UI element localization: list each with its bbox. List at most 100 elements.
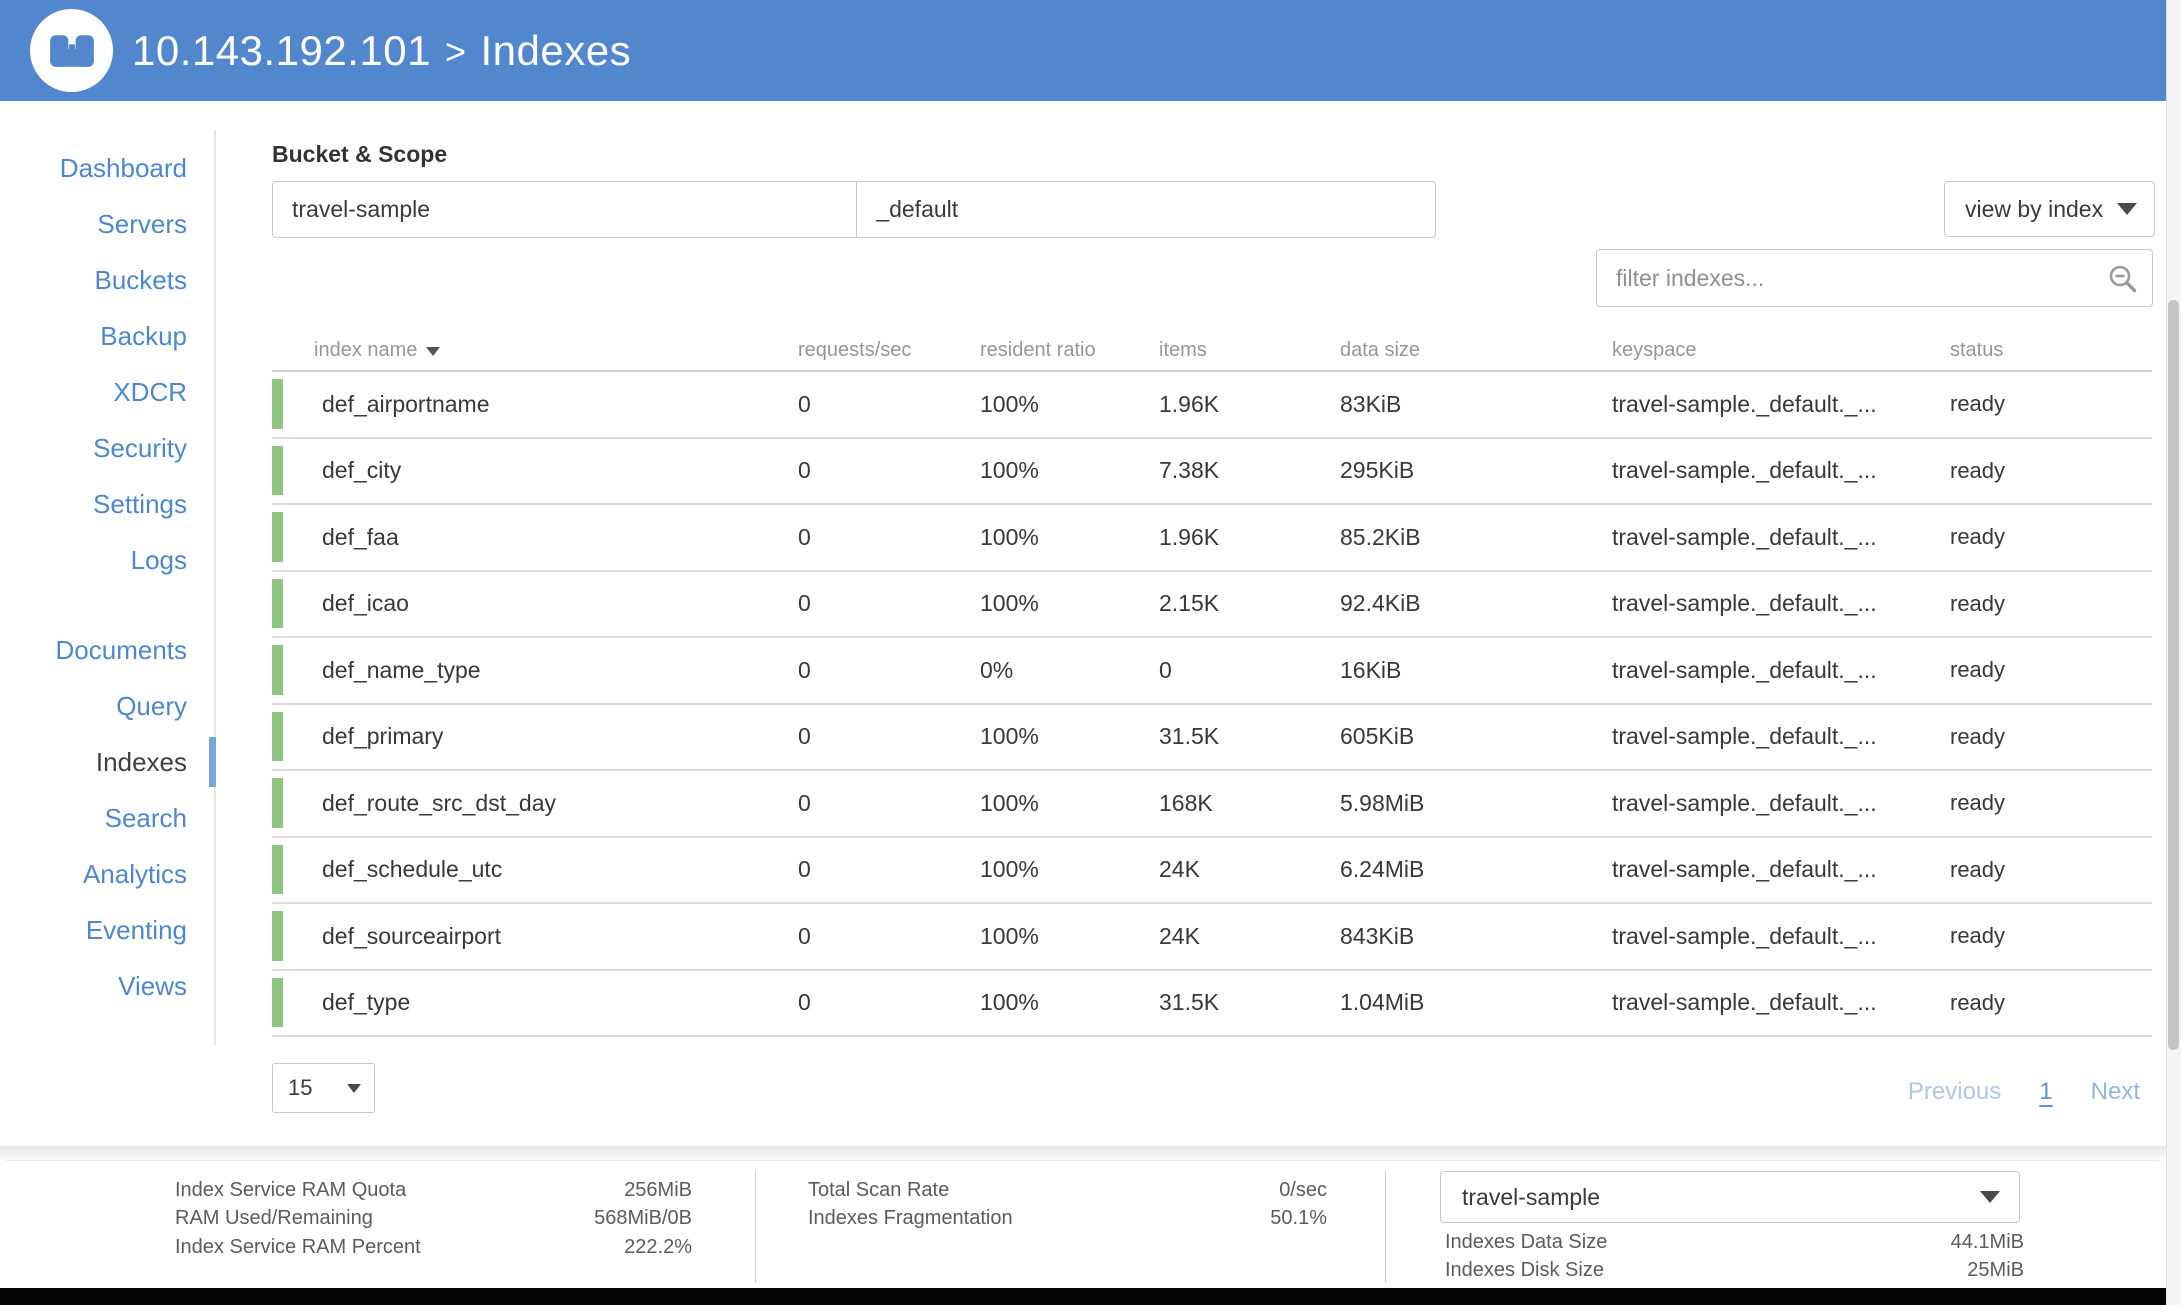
table-header-row: index name requests/sec resident ratio i… (272, 330, 2152, 372)
footer-bucket-select[interactable]: travel-sample (1440, 1171, 2020, 1223)
cell-items: 24K (1159, 922, 1200, 949)
index-name-text: def_primary (322, 723, 444, 750)
sidebar-nav: Dashboard Servers Buckets Backup XDCR Se… (0, 140, 216, 1014)
stat-value: 0/sec (1279, 1178, 1327, 1201)
cell-items: 168K (1159, 789, 1213, 816)
column-header-status: status (1950, 339, 2181, 362)
cell-keyspace: travel-sample._default._... (1612, 590, 1877, 617)
sidebar-item[interactable]: Analytics (0, 846, 216, 902)
view-by-select[interactable]: view by index (1944, 181, 2155, 237)
stat-row: Total Scan Rate 0/sec (808, 1176, 1327, 1205)
column-header-index-name[interactable]: index name (272, 339, 798, 362)
table-row[interactable]: def_faa 0 100% 1.96K 85.2KiB travel-samp… (272, 505, 2152, 572)
bucket-select[interactable]: travel-sample (273, 182, 856, 237)
cell-keyspace: travel-sample._default._... (1612, 789, 1877, 816)
sidebar-item[interactable]: Backup (0, 308, 216, 364)
sidebar-item[interactable]: Query (0, 678, 216, 734)
cell-resident-ratio: 100% (980, 989, 1039, 1016)
cell-resident-ratio: 100% (980, 457, 1039, 484)
page-number-link[interactable]: 1 (2039, 1078, 2052, 1106)
table-row[interactable]: def_schedule_utc 0 100% 24K 6.24MiB trav… (272, 837, 2152, 904)
cell-keyspace: travel-sample._default._... (1612, 856, 1877, 883)
table-row[interactable]: def_icao 0 100% 2.15K 92.4KiB travel-sam… (272, 571, 2152, 638)
scope-select[interactable]: _default (856, 182, 1435, 237)
sidebar-item[interactable]: Eventing (0, 902, 216, 958)
sidebar-item-label: Documents (55, 635, 188, 665)
cell-resident-ratio: 100% (980, 590, 1039, 617)
cell-keyspace: travel-sample._default._... (1612, 390, 1877, 417)
stat-label: Indexes Disk Size (1445, 1259, 1604, 1282)
sidebar-item[interactable]: Settings (0, 476, 216, 532)
breadcrumb: 10.143.192.101 > Indexes (132, 0, 631, 101)
sidebar-item[interactable]: XDCR (0, 364, 216, 420)
cell-resident-ratio: 0% (980, 656, 1014, 683)
footer-divider (1385, 1171, 1386, 1283)
sidebar-group-data: Documents Query Indexes Search Analytics (0, 622, 216, 1014)
cell-keyspace: travel-sample._default._... (1612, 723, 1877, 750)
cell-resident-ratio: 100% (980, 523, 1039, 550)
sidebar-item[interactable]: Search (0, 790, 216, 846)
chevron-down-icon (1980, 1191, 2000, 1203)
stat-row: Indexes Data Size 44.1MiB (1445, 1228, 2024, 1257)
column-header-data-size: data size (1340, 339, 1612, 362)
stat-label: Indexes Data Size (1445, 1230, 1608, 1253)
sidebar-item-label: Security (93, 433, 187, 463)
stat-value: 50.1% (1270, 1207, 1327, 1230)
table-row[interactable]: def_name_type 0 0% 0 16KiB travel-sample… (272, 638, 2152, 705)
bucket-select-value: travel-sample (292, 196, 431, 222)
page-size-select[interactable]: 15 (272, 1063, 375, 1113)
cell-status: ready (1950, 856, 2006, 882)
table-row[interactable]: def_primary 0 100% 31.5K 605KiB travel-s… (272, 704, 2152, 771)
sidebar-item-label: Analytics (82, 859, 187, 889)
sidebar-item[interactable]: Views (0, 958, 216, 1014)
cell-index-name: def_sourceairport (272, 911, 798, 961)
cell-status: ready (1950, 457, 2006, 483)
filter-indexes-input[interactable] (1597, 250, 2152, 306)
cell-index-name: def_airportname (272, 379, 798, 429)
index-name-text: def_name_type (322, 656, 481, 683)
sidebar-item[interactable]: Buckets (0, 252, 216, 308)
footer-size-stats: Indexes Data Size 44.1MiB Indexes Disk S… (1445, 1228, 2024, 1285)
index-health-bar (272, 578, 283, 628)
stat-value: 256MiB (624, 1178, 692, 1201)
cell-status: ready (1950, 524, 2006, 550)
index-name-text: def_city (322, 457, 402, 484)
sidebar-item[interactable]: Dashboard (0, 140, 216, 196)
table-row[interactable]: def_airportname 0 100% 1.96K 83KiB trave… (272, 372, 2152, 439)
chevron-down-icon (347, 1083, 361, 1093)
stat-row: Index Service RAM Quota 256MiB (175, 1176, 692, 1205)
sidebar-item[interactable]: Servers (0, 196, 216, 252)
column-header-items: items (1159, 339, 1340, 362)
couchbase-console-page: 10.143.192.101 > Indexes Dashboard Serve… (0, 0, 2181, 1305)
index-name-text: def_icao (322, 590, 409, 617)
cell-index-name: def_icao (272, 578, 798, 628)
cell-status: ready (1950, 391, 2006, 417)
next-page-link[interactable]: Next (2091, 1078, 2140, 1106)
sidebar-item[interactable]: Indexes (0, 734, 216, 790)
stat-label: Index Service RAM Quota (175, 1178, 407, 1201)
table-row[interactable]: def_type 0 100% 31.5K 1.04MiB travel-sam… (272, 970, 2152, 1037)
sidebar-item[interactable]: Security (0, 420, 216, 476)
cell-keyspace: travel-sample._default._... (1612, 656, 1877, 683)
scrollbar-thumb[interactable] (2168, 300, 2179, 1050)
table-row[interactable]: def_route_src_dst_day 0 100% 168K 5.98Mi… (272, 771, 2152, 838)
cell-index-name: def_type (272, 977, 798, 1027)
sidebar-item-label: Views (118, 971, 187, 1001)
cell-resident-ratio: 100% (980, 723, 1039, 750)
cell-items: 1.96K (1159, 523, 1220, 550)
previous-page-link[interactable]: Previous (1908, 1078, 2001, 1106)
sidebar-item-label: Indexes (95, 747, 187, 777)
table-row[interactable]: def_city 0 100% 7.38K 295KiB travel-samp… (272, 438, 2152, 505)
index-health-bar (272, 911, 283, 961)
sidebar-item[interactable]: Logs (0, 532, 216, 588)
cell-requests-per-sec: 0 (798, 457, 811, 484)
cell-resident-ratio: 100% (980, 922, 1039, 949)
cell-status: ready (1950, 590, 2006, 616)
breadcrumb-separator: > (444, 30, 467, 72)
table-row[interactable]: def_sourceairport 0 100% 24K 843KiB trav… (272, 904, 2152, 971)
sidebar-item-label: XDCR (113, 377, 187, 407)
cell-data-size: 16KiB (1340, 656, 1402, 683)
index-health-bar (272, 977, 283, 1027)
sidebar-item[interactable]: Documents (0, 622, 216, 678)
cell-data-size: 1.04MiB (1340, 989, 1425, 1016)
